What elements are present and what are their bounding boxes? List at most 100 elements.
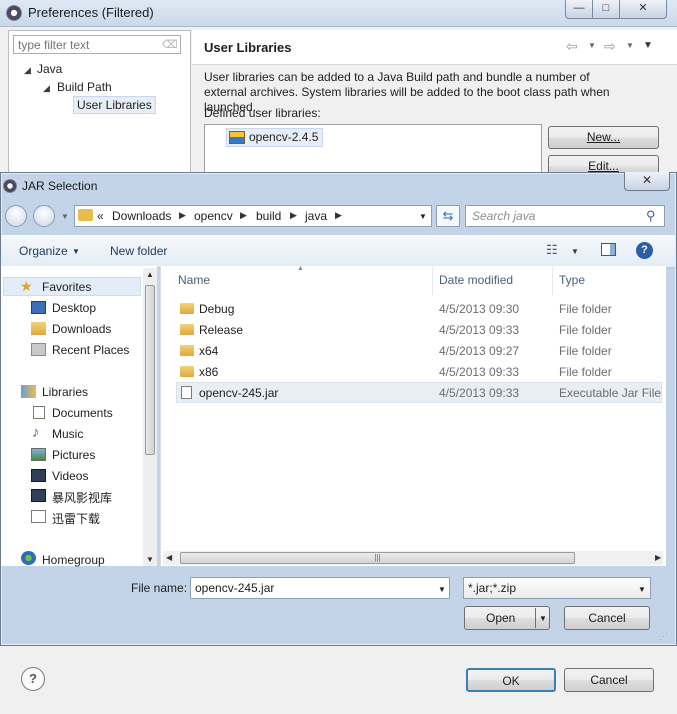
nav-downloads[interactable]: Downloads (52, 322, 111, 336)
breadcrumb-arrow-icon[interactable]: ▶ (240, 210, 247, 221)
open-button[interactable]: Open (464, 606, 550, 630)
column-divider[interactable] (432, 267, 433, 295)
library-icon (229, 131, 245, 144)
new-folder-button[interactable]: New folder (110, 244, 167, 258)
file-type-dropdown-icon[interactable]: ▼ (638, 585, 646, 594)
jar-dialog-titlebar[interactable] (0, 172, 677, 200)
breadcrumb-arrow-icon[interactable]: ▶ (179, 210, 186, 221)
tree-expand-build-path-icon[interactable]: ◢ (43, 83, 50, 94)
nav-thunder-downloads[interactable]: 迅雷下载 (52, 510, 100, 527)
file-name-dropdown-icon[interactable]: ▼ (438, 585, 446, 594)
file-date: 4/5/2013 09:30 (439, 302, 520, 316)
scroll-up-icon[interactable]: ▲ (146, 270, 154, 279)
minimize-button[interactable]: — (565, 0, 593, 19)
dialog-cancel-button[interactable]: Cancel (564, 606, 650, 630)
maximize-button[interactable]: □ (592, 0, 620, 19)
breadcrumb-java[interactable]: java (305, 209, 327, 223)
nav-favorites[interactable]: Favorites (42, 280, 91, 294)
view-dropdown-icon[interactable]: ▼ (571, 247, 579, 256)
dialog-title: JAR Selection (22, 179, 98, 193)
pictures-icon (31, 448, 46, 461)
breadcrumb-overflow[interactable]: « (97, 209, 104, 223)
recent-pages-icon[interactable]: ▼ (61, 212, 69, 221)
back-history-icon[interactable]: ▼ (588, 41, 596, 50)
nav-documents[interactable]: Documents (52, 406, 113, 420)
scroll-down-icon[interactable]: ▼ (146, 555, 154, 564)
resize-grip-icon[interactable]: ⋰ (659, 631, 668, 642)
cancel-button[interactable]: Cancel (564, 668, 654, 692)
file-type: File folder (559, 323, 612, 337)
hscroll-thumb[interactable]: ||| (180, 552, 575, 564)
scroll-right-icon[interactable]: ▶ (655, 553, 661, 562)
nav-music[interactable]: Music (52, 427, 83, 441)
video-library-icon (31, 489, 46, 502)
file-name[interactable]: Debug (199, 302, 234, 316)
file-name-input[interactable]: opencv-245.jar (190, 577, 450, 599)
breadcrumb-arrow-icon[interactable]: ▶ (335, 210, 342, 221)
tree-expand-java-icon[interactable]: ◢ (24, 65, 31, 76)
search-icon[interactable]: ⚲ (646, 208, 656, 224)
documents-icon (33, 406, 45, 419)
back-icon[interactable]: ⇦ (566, 38, 578, 55)
forward-button[interactable] (33, 205, 55, 227)
help-icon[interactable]: ? (636, 242, 653, 259)
preview-pane-icon[interactable] (601, 243, 616, 256)
tree-item-build-path[interactable]: Build Path (57, 80, 112, 94)
homegroup-icon (21, 551, 36, 565)
tree-item-user-libraries[interactable]: User Libraries (73, 96, 156, 114)
file-name[interactable]: x64 (199, 344, 218, 358)
tree-item-java[interactable]: Java (37, 62, 62, 76)
scroll-left-icon[interactable]: ◀ (166, 553, 172, 562)
ok-button[interactable]: OK (466, 668, 556, 692)
close-button[interactable]: ✕ (619, 0, 667, 19)
back-button[interactable] (5, 205, 27, 227)
column-divider[interactable] (552, 267, 553, 295)
sort-indicator-icon: ▲ (297, 265, 304, 272)
breadcrumb-build[interactable]: build (256, 209, 281, 223)
breadcrumb-arrow-icon[interactable]: ▶ (290, 210, 297, 221)
nav-libraries[interactable]: Libraries (42, 385, 88, 399)
clear-filter-icon[interactable]: ⌫ (162, 38, 178, 51)
new-library-button[interactable]: New... (548, 126, 659, 149)
organize-button[interactable]: Organize (19, 244, 68, 258)
file-name[interactable]: Release (199, 323, 243, 337)
breadcrumb-opencv[interactable]: opencv (194, 209, 233, 223)
filter-input[interactable] (13, 35, 181, 54)
nav-homegroup[interactable]: Homegroup (42, 553, 105, 567)
nav-recent-places[interactable]: Recent Places (52, 343, 129, 357)
address-dropdown-icon[interactable]: ▼ (419, 212, 427, 221)
file-date: 4/5/2013 09:27 (439, 344, 520, 358)
column-header-name[interactable]: Name (178, 273, 210, 287)
eclipse-icon (6, 5, 22, 21)
view-menu-icon[interactable]: ▼ (643, 40, 653, 51)
organize-dropdown-icon[interactable]: ▼ (72, 247, 80, 256)
nav-storm-video[interactable]: 暴风影视库 (52, 489, 112, 506)
search-input[interactable]: Search java (465, 205, 665, 227)
navigation-scroll-thumb[interactable] (145, 285, 155, 455)
jar-file-icon (181, 386, 192, 399)
library-folder-icon (31, 510, 46, 523)
refresh-icon[interactable]: ⇆ (436, 205, 460, 227)
nav-pictures[interactable]: Pictures (52, 448, 95, 462)
view-options-icon[interactable]: ☷ (546, 242, 558, 258)
file-name[interactable]: opencv-245.jar (199, 386, 278, 400)
column-header-date[interactable]: Date modified (439, 273, 513, 287)
file-name-label: File name: (131, 581, 188, 595)
forward-history-icon[interactable]: ▼ (626, 41, 634, 50)
breadcrumb-downloads[interactable]: Downloads (112, 209, 171, 223)
folder-icon (180, 303, 194, 314)
dialog-close-button[interactable]: ✕ (624, 172, 670, 191)
file-type-select[interactable]: *.jar;*.zip (463, 577, 651, 599)
open-dropdown-icon[interactable]: ▼ (539, 614, 547, 623)
column-header-type[interactable]: Type (559, 273, 585, 287)
file-type: File folder (559, 344, 612, 358)
file-date: 4/5/2013 09:33 (439, 365, 520, 379)
help-icon[interactable]: ? (21, 667, 45, 691)
nav-videos[interactable]: Videos (52, 469, 88, 483)
forward-icon[interactable]: ⇨ (604, 38, 616, 55)
window-title: Preferences (Filtered) (28, 5, 154, 20)
star-icon: ★ (20, 278, 33, 294)
file-date: 4/5/2013 09:33 (439, 323, 520, 337)
file-name[interactable]: x86 (199, 365, 218, 379)
nav-desktop[interactable]: Desktop (52, 301, 96, 315)
